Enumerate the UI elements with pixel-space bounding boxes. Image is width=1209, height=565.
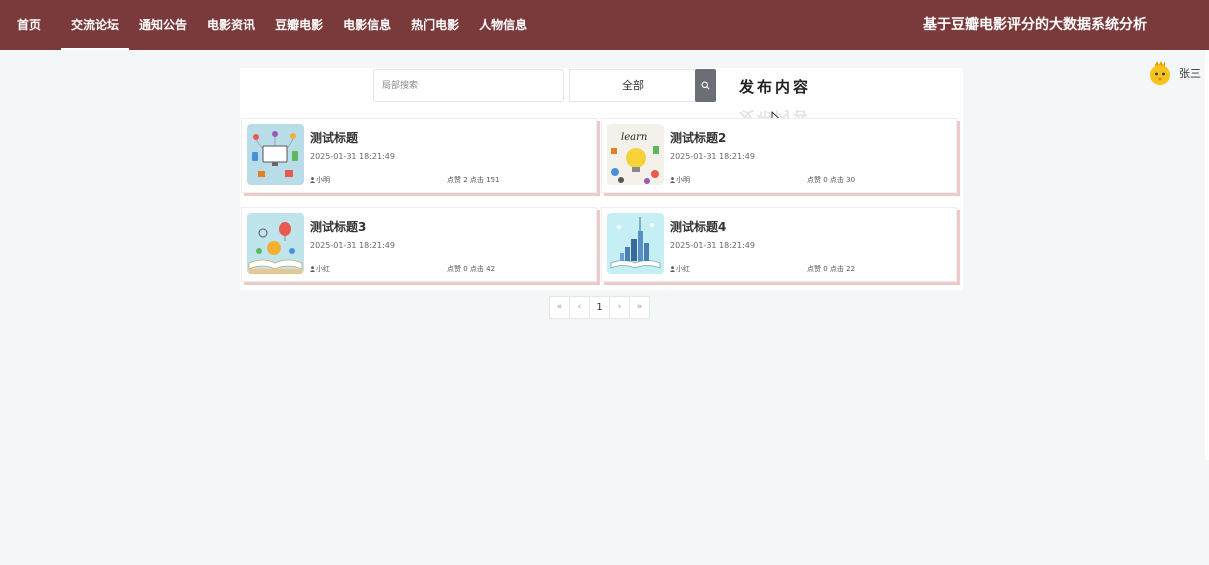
search-button[interactable] [695, 69, 716, 102]
post-stats: 点赞 2 点击 151 [447, 176, 500, 184]
top-nav-bar: 首页 交流论坛 通知公告 电影资讯 豆瓣电影 电影信息 热门电影 人物信息 基于… [0, 0, 1209, 50]
post-title[interactable]: 测试标题 [310, 129, 358, 146]
nav-item-notices[interactable]: 通知公告 [129, 0, 197, 50]
learn-lightbulb-illustration: learn [607, 124, 664, 185]
pagination: « ‹ 1 › » [549, 296, 650, 319]
post-author-name: 小红 [316, 265, 330, 273]
user-icon [310, 177, 315, 183]
search-input[interactable] [373, 69, 564, 102]
post-card[interactable]: 测试标题3 2025-01-31 18:21:49 小红 点赞 0 点击 42 [241, 207, 597, 282]
pagination-prev[interactable]: ‹ [569, 296, 590, 319]
post-author-name: 小红 [676, 265, 690, 273]
post-card[interactable]: 测试标题 2025-01-31 18:21:49 小明 点赞 2 点击 151 [241, 118, 597, 193]
publish-button[interactable]: 发布内容 [739, 76, 811, 97]
post-title[interactable]: 测试标题4 [670, 218, 726, 235]
search-icon [701, 81, 710, 90]
post-thumbnail[interactable]: learn [607, 124, 664, 185]
category-select[interactable]: 全部 [569, 69, 696, 102]
nav-item-douban-movies[interactable]: 豆瓣电影 [265, 0, 333, 50]
post-date: 2025-01-31 18:21:49 [670, 241, 755, 250]
post-thumbnail[interactable] [247, 124, 304, 185]
post-author: 小红 [310, 264, 330, 274]
open-book-city-illustration [607, 213, 664, 274]
post-thumbnail[interactable] [607, 213, 664, 274]
post-card[interactable]: 测试标题4 2025-01-31 18:21:49 小红 点赞 0 点击 22 [601, 207, 957, 282]
post-author: 小明 [310, 175, 330, 185]
main-nav: 首页 交流论坛 通知公告 电影资讯 豆瓣电影 电影信息 热门电影 人物信息 [0, 0, 537, 50]
nav-item-home[interactable]: 首页 [0, 0, 61, 50]
yellow-chick-avatar-icon [1150, 61, 1170, 85]
nav-item-people-info[interactable]: 人物信息 [469, 0, 537, 50]
post-author-name: 小明 [676, 176, 690, 184]
post-title[interactable]: 测试标题2 [670, 129, 726, 146]
post-author-name: 小明 [316, 176, 330, 184]
user-icon [670, 177, 675, 183]
post-stats: 点赞 0 点击 30 [807, 176, 856, 184]
pagination-first[interactable]: « [549, 296, 570, 319]
user-icon [310, 266, 315, 272]
post-date: 2025-01-31 18:21:49 [670, 152, 755, 161]
post-stats: 点赞 0 点击 22 [807, 265, 856, 273]
pagination-next[interactable]: › [609, 296, 630, 319]
nav-item-movie-info[interactable]: 电影信息 [333, 0, 401, 50]
post-author: 小明 [670, 175, 690, 185]
post-author: 小红 [670, 264, 690, 274]
post-card[interactable]: learn 测试标题2 2025-01-31 18:21:49 小明 点赞 0 … [601, 118, 957, 193]
site-title: 基于豆瓣电影评分的大数据系统分析 [923, 17, 1147, 33]
pagination-page-1[interactable]: 1 [589, 296, 610, 319]
post-thumbnail[interactable] [247, 213, 304, 274]
post-date: 2025-01-31 18:21:49 [310, 152, 395, 161]
nav-item-forum[interactable]: 交流论坛 [61, 0, 130, 50]
post-date: 2025-01-31 18:21:49 [310, 241, 395, 250]
user-icon [670, 266, 675, 272]
nav-item-movie-news[interactable]: 电影资讯 [197, 0, 265, 50]
tech-devices-illustration [247, 124, 304, 185]
pagination-last[interactable]: » [629, 296, 650, 319]
post-stats: 点赞 0 点击 42 [447, 265, 496, 273]
nav-item-hot-movies[interactable]: 热门电影 [401, 0, 469, 50]
user-menu[interactable]: 张三 [1148, 60, 1201, 86]
page-scrollbar[interactable] [1205, 50, 1209, 460]
open-book-balloon-illustration [247, 213, 304, 274]
svg-text:learn: learn [621, 132, 647, 143]
post-title[interactable]: 测试标题3 [310, 218, 366, 235]
user-name: 张三 [1179, 67, 1201, 80]
